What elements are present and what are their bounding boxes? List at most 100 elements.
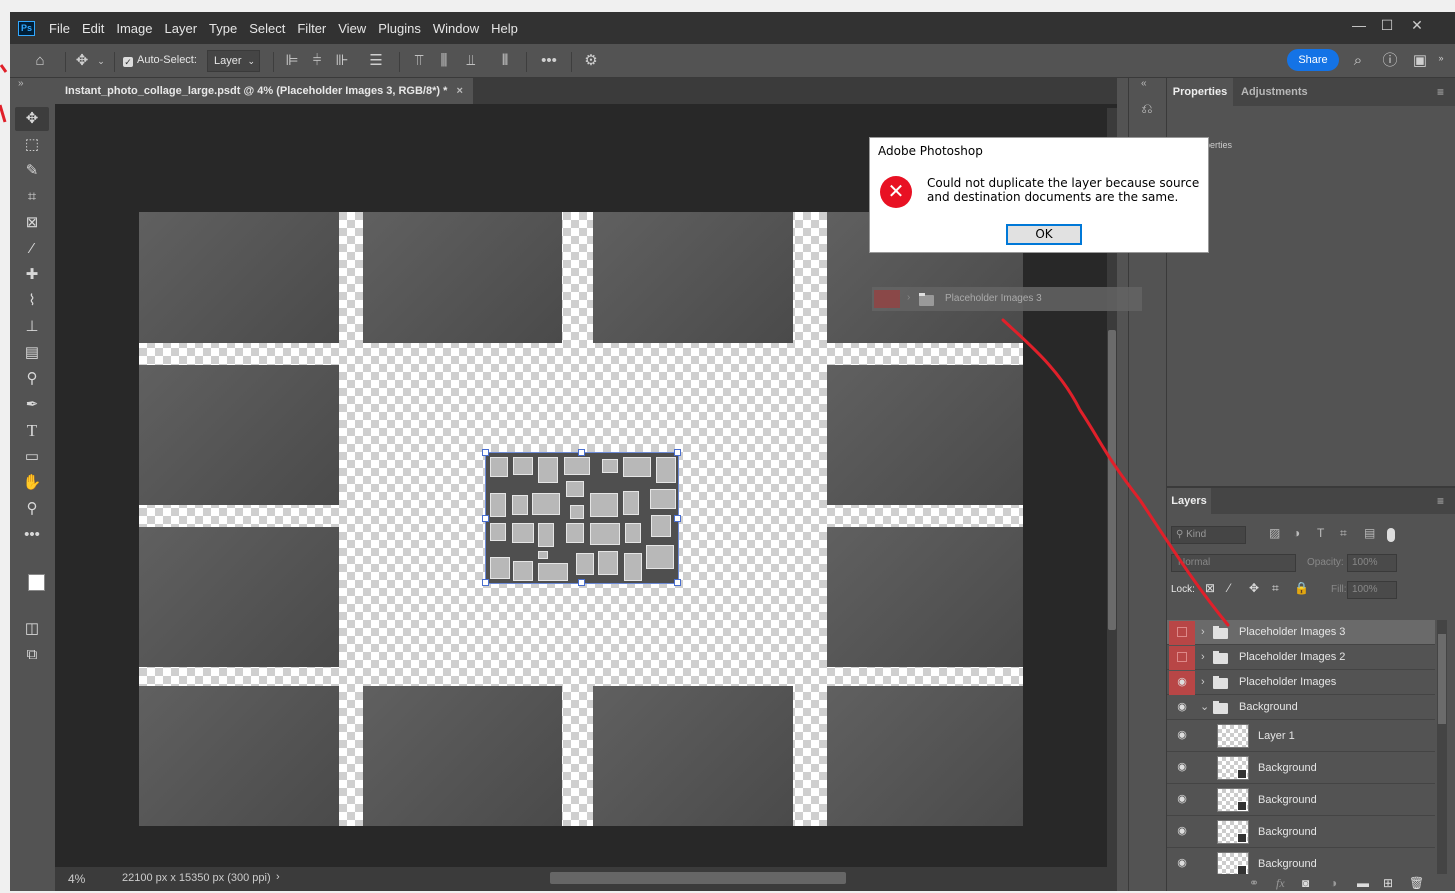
new-group-icon[interactable]: ▬ bbox=[1357, 876, 1369, 890]
lock-all-icon[interactable]: 🔒 bbox=[1294, 581, 1309, 595]
align-right-icon[interactable]: ⊪ bbox=[333, 51, 351, 71]
eye-icon[interactable]: ◉ bbox=[1169, 852, 1195, 874]
align-bottom-icon[interactable]: ⫫ bbox=[462, 51, 480, 71]
minimize-button[interactable]: — bbox=[1345, 16, 1373, 36]
menu-type[interactable]: Type bbox=[203, 21, 243, 36]
chevron-right-icon[interactable]: › bbox=[1201, 626, 1205, 638]
crop-tool-icon[interactable]: ⌗ bbox=[15, 185, 49, 209]
distribute-vertical-icon[interactable]: ☰ bbox=[367, 51, 385, 71]
filter-toggle[interactable] bbox=[1387, 528, 1395, 542]
status-menu-arrow[interactable]: › bbox=[276, 871, 280, 883]
close-tab-icon[interactable]: × bbox=[456, 85, 462, 97]
zoom-tool-icon[interactable]: ⚲ bbox=[15, 497, 49, 521]
workspace-icon[interactable]: ▣ bbox=[1410, 51, 1430, 71]
panel-menu-icon[interactable]: ≡ bbox=[1437, 494, 1444, 508]
visibility-toggle-off[interactable] bbox=[1169, 646, 1195, 670]
more-options-icon[interactable]: ••• bbox=[538, 51, 560, 71]
type-tool-icon[interactable]: T bbox=[15, 419, 49, 443]
eye-icon[interactable]: ◉ bbox=[1169, 820, 1195, 844]
menu-select[interactable]: Select bbox=[243, 21, 291, 36]
brush-tool-icon[interactable]: ⌇ bbox=[15, 289, 49, 313]
close-window-button[interactable]: ✕ bbox=[1403, 16, 1431, 36]
scroll-thumb[interactable] bbox=[1438, 634, 1446, 724]
link-layers-icon[interactable]: ⚭ bbox=[1249, 876, 1259, 890]
blend-mode-dropdown[interactable]: Normal bbox=[1171, 554, 1296, 572]
fx-icon[interactable]: fx bbox=[1276, 876, 1285, 891]
zoom-level[interactable]: 4% bbox=[68, 872, 85, 886]
ok-button[interactable]: OK bbox=[1006, 224, 1082, 245]
pasted-collage-selection[interactable] bbox=[485, 452, 679, 584]
expand-toolbar-icon[interactable]: » bbox=[18, 78, 24, 89]
filter-type-icon[interactable]: T bbox=[1317, 526, 1324, 540]
tab-adjustments[interactable]: Adjustments bbox=[1241, 78, 1308, 106]
layer-name[interactable]: Background bbox=[1258, 794, 1317, 806]
transform-handle[interactable] bbox=[674, 449, 681, 456]
clone-stamp-tool-icon[interactable]: ⊥ bbox=[15, 315, 49, 339]
menu-edit[interactable]: Edit bbox=[76, 21, 110, 36]
layer-name[interactable]: Placeholder Images 3 bbox=[1239, 626, 1345, 638]
tab-properties[interactable]: Properties bbox=[1167, 78, 1233, 106]
frame-tool-icon[interactable]: ⊠ bbox=[15, 211, 49, 235]
search-icon[interactable]: ⌕ bbox=[1348, 51, 1368, 71]
new-layer-icon[interactable]: ⊞ bbox=[1383, 876, 1393, 890]
collapse-panels-icon[interactable]: « bbox=[1141, 78, 1147, 89]
eye-icon[interactable]: ◉ bbox=[1169, 724, 1195, 748]
layer-name[interactable]: Placeholder Images bbox=[1239, 676, 1336, 688]
transform-handle[interactable] bbox=[578, 449, 585, 456]
layer-row[interactable]: ◉ Background bbox=[1167, 848, 1435, 874]
rectangle-tool-icon[interactable]: ▭ bbox=[15, 445, 49, 469]
layers-scrollbar[interactable] bbox=[1437, 620, 1447, 874]
menu-plugins[interactable]: Plugins bbox=[372, 21, 427, 36]
add-mask-icon[interactable]: ◙ bbox=[1302, 876, 1309, 890]
align-top-icon[interactable]: ⫪ bbox=[410, 51, 428, 71]
menu-view[interactable]: View bbox=[332, 21, 372, 36]
layer-row[interactable]: › Placeholder Images 3 bbox=[1167, 620, 1435, 645]
filter-adjustment-icon[interactable]: ◑ bbox=[1293, 526, 1300, 540]
lock-pixels-icon[interactable]: ⁄ bbox=[1228, 581, 1230, 595]
horizontal-scroll-thumb[interactable] bbox=[550, 872, 846, 884]
layer-name[interactable]: Layer 1 bbox=[1258, 730, 1295, 742]
transform-handle[interactable] bbox=[674, 515, 681, 522]
transform-handle[interactable] bbox=[482, 579, 489, 586]
layer-row[interactable]: ◉ › Placeholder Images bbox=[1167, 670, 1435, 695]
chevron-right-icon[interactable]: › bbox=[1201, 651, 1205, 663]
auto-select-checkbox[interactable]: ✓ bbox=[123, 57, 133, 67]
eye-icon[interactable]: ◉ bbox=[1169, 788, 1195, 812]
layer-name[interactable]: Placeholder Images 2 bbox=[1239, 651, 1345, 663]
scroll-thumb[interactable] bbox=[1108, 330, 1116, 630]
opacity-input[interactable]: 100% bbox=[1347, 554, 1397, 572]
filter-kind-dropdown[interactable]: ⚲ Kind bbox=[1171, 526, 1246, 544]
help-icon[interactable]: ⓘ bbox=[1380, 51, 1400, 71]
marquee-tool-icon[interactable]: ⬚ bbox=[15, 133, 49, 157]
menu-file[interactable]: File bbox=[43, 21, 76, 36]
trash-icon[interactable]: 🗑 bbox=[1409, 876, 1424, 890]
quick-select-tool-icon[interactable]: ✎ bbox=[15, 159, 49, 183]
gear-icon[interactable]: ⚙ bbox=[581, 51, 601, 71]
align-vertical-center-icon[interactable]: ⫼ bbox=[435, 51, 453, 71]
menu-help[interactable]: Help bbox=[485, 21, 524, 36]
lock-artboard-icon[interactable]: ⌗ bbox=[1272, 581, 1279, 596]
adjustment-layer-icon[interactable]: ◑ bbox=[1330, 876, 1337, 890]
eye-icon[interactable]: ◉ bbox=[1169, 671, 1195, 695]
layer-name[interactable]: Background bbox=[1258, 858, 1317, 870]
move-tool-icon[interactable]: ✥ bbox=[15, 107, 49, 131]
document-tab[interactable]: Instant_photo_collage_large.psdt @ 4% (P… bbox=[55, 78, 473, 104]
transform-handle[interactable] bbox=[578, 579, 585, 586]
chevron-right-icon[interactable]: › bbox=[1201, 676, 1205, 688]
menu-window[interactable]: Window bbox=[427, 21, 485, 36]
layer-name[interactable]: Background bbox=[1258, 826, 1317, 838]
filter-shape-icon[interactable]: ⌗ bbox=[1340, 526, 1347, 541]
menu-filter[interactable]: Filter bbox=[291, 21, 332, 36]
collapse-icon[interactable]: » bbox=[1435, 48, 1447, 68]
eyedropper-tool-icon[interactable]: ⁄ bbox=[15, 237, 49, 261]
layer-name[interactable]: Background bbox=[1258, 762, 1317, 774]
history-panel-icon[interactable]: ⎌ bbox=[1137, 100, 1157, 120]
layer-row[interactable]: ◉ Layer 1 bbox=[1167, 720, 1435, 752]
menu-image[interactable]: Image bbox=[110, 21, 158, 36]
transform-handle[interactable] bbox=[674, 579, 681, 586]
maximize-button[interactable]: ☐ bbox=[1373, 16, 1401, 36]
eye-icon[interactable]: ◉ bbox=[1169, 756, 1195, 780]
layer-row[interactable]: ◉ Background bbox=[1167, 784, 1435, 816]
home-icon[interactable]: ⌂ bbox=[30, 51, 50, 71]
eye-icon[interactable]: ◉ bbox=[1169, 696, 1195, 720]
